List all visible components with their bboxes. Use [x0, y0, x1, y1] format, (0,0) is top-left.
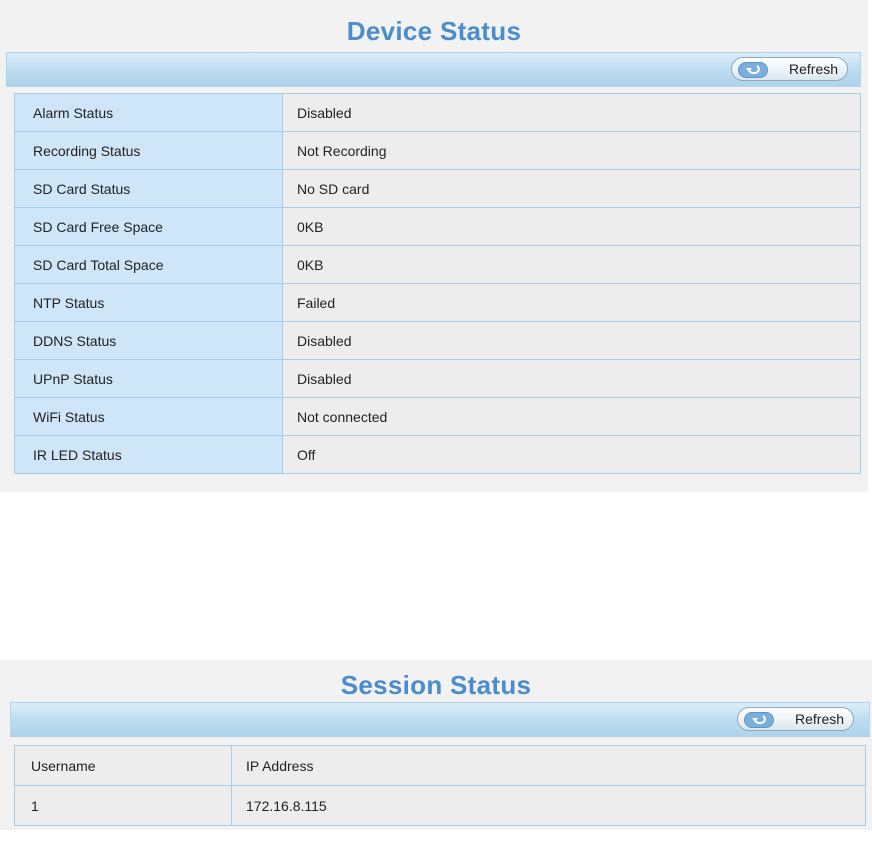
row-label: WiFi Status — [14, 397, 283, 436]
row-label: DDNS Status — [14, 321, 283, 360]
row-label: NTP Status — [14, 283, 283, 322]
row-value: Not Recording — [282, 131, 861, 170]
row-value: Disabled — [282, 93, 861, 132]
row-value: Disabled — [282, 359, 861, 398]
table-row: IR LED Status Off — [14, 435, 861, 474]
device-refresh-button[interactable]: Refresh — [731, 57, 848, 81]
device-status-panel: Device Status Refresh Alarm Status Disab… — [0, 0, 868, 492]
table-header-row: Username IP Address — [14, 745, 866, 786]
session-refresh-button[interactable]: Refresh — [737, 707, 854, 731]
row-value: 0KB — [282, 245, 861, 284]
row-label: IR LED Status — [14, 435, 283, 474]
row-value: Failed — [282, 283, 861, 322]
row-value: Disabled — [282, 321, 861, 360]
refresh-icon — [738, 62, 768, 78]
row-value: Not connected — [282, 397, 861, 436]
row-label: Alarm Status — [14, 93, 283, 132]
row-value: 0KB — [282, 207, 861, 246]
session-refresh-label: Refresh — [795, 711, 845, 727]
device-status-table: Alarm Status Disabled Recording Status N… — [14, 93, 861, 474]
device-status-title: Device Status — [346, 16, 522, 46]
table-row: 1 172.16.8.115 — [14, 785, 866, 826]
session-status-title: Session Status — [340, 670, 532, 700]
column-header-ip-address: IP Address — [231, 745, 866, 786]
table-row: NTP Status Failed — [14, 283, 861, 322]
table-row: UPnP Status Disabled — [14, 359, 861, 398]
row-value: No SD card — [282, 169, 861, 208]
table-row: DDNS Status Disabled — [14, 321, 861, 360]
device-status-toolbar: Refresh — [6, 52, 861, 87]
device-refresh-label: Refresh — [789, 61, 839, 77]
table-row: Recording Status Not Recording — [14, 131, 861, 170]
row-label: UPnP Status — [14, 359, 283, 398]
row-label: SD Card Free Space — [14, 207, 283, 246]
table-row: SD Card Total Space 0KB — [14, 245, 861, 284]
session-status-table: Username IP Address 1 172.16.8.115 — [14, 745, 866, 826]
row-value: Off — [282, 435, 861, 474]
session-username: 1 — [14, 785, 232, 826]
row-label: Recording Status — [14, 131, 283, 170]
table-row: SD Card Status No SD card — [14, 169, 861, 208]
session-status-toolbar: Refresh — [10, 702, 870, 737]
row-label: SD Card Status — [14, 169, 283, 208]
table-row: Alarm Status Disabled — [14, 93, 861, 132]
session-ip: 172.16.8.115 — [231, 785, 866, 826]
column-header-username: Username — [14, 745, 232, 786]
row-label: SD Card Total Space — [14, 245, 283, 284]
table-row: SD Card Free Space 0KB — [14, 207, 861, 246]
session-status-panel: Session Status Refresh Username IP Addre… — [0, 660, 872, 830]
refresh-icon — [744, 712, 774, 728]
table-row: WiFi Status Not connected — [14, 397, 861, 436]
